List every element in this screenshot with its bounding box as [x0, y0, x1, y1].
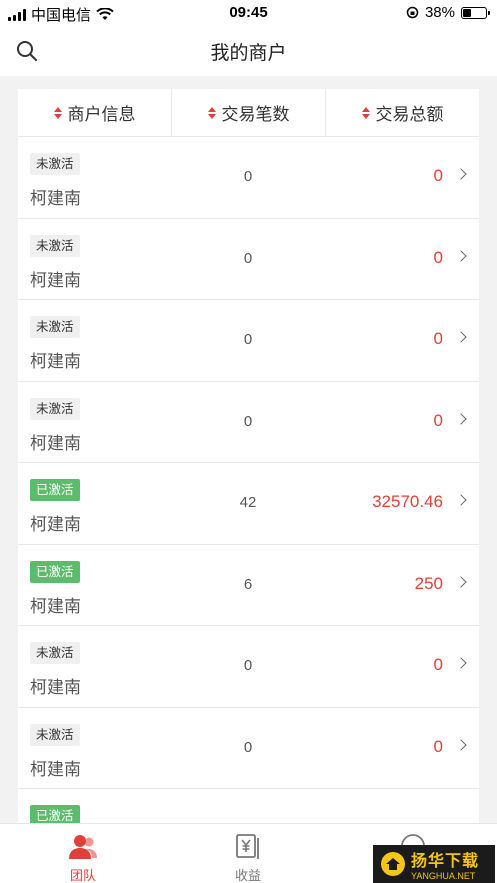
- merchant-name: 柯建南: [30, 270, 81, 290]
- sort-transaction-count[interactable]: 交易笔数: [172, 89, 326, 136]
- chevron-right-icon: [455, 738, 467, 751]
- status-badge: 已激活: [30, 479, 80, 501]
- column-label: 商户信息: [67, 105, 136, 124]
- merchant-row[interactable]: 已激活 柯建南 6 250: [18, 545, 479, 626]
- status-right: 38%: [406, 4, 490, 21]
- merchant-name: 柯建南: [30, 759, 81, 779]
- transaction-total: 0: [433, 329, 443, 348]
- transaction-count: 0: [243, 331, 253, 348]
- chevron-right-icon: [455, 412, 467, 425]
- transaction-count: 6: [243, 575, 253, 593]
- merchant-table: 商户信息 交易笔数 交易总额 未激活 柯建南 0 0 未激活 柯建南 0 0 未…: [18, 89, 479, 823]
- watermark-en: YANGHUA.NET: [411, 871, 476, 881]
- status-badge: 未激活: [30, 642, 80, 664]
- transaction-total: 0: [433, 655, 443, 674]
- chevron-right-icon: [455, 575, 467, 588]
- merchant-row[interactable]: 未激活 柯建南 0 0: [18, 300, 479, 382]
- merchant-row[interactable]: 未激活 柯建南 0 0: [18, 626, 479, 708]
- tab-team[interactable]: 团队: [23, 824, 143, 883]
- chevron-right-icon: [455, 168, 467, 180]
- transaction-count: 0: [243, 412, 253, 430]
- sort-transaction-total[interactable]: 交易总额: [326, 89, 479, 136]
- sort-icon: [361, 106, 370, 119]
- transaction-count: 0: [243, 657, 253, 674]
- merchant-row[interactable]: 未激活 柯建南 0 0: [18, 137, 479, 219]
- transaction-total: 0: [433, 247, 443, 267]
- column-label: 交易总额: [375, 105, 444, 124]
- chevron-right-icon: [455, 494, 467, 506]
- merchant-row[interactable]: 已激活 柯建南 42 32570.46: [18, 463, 479, 545]
- merchant-row[interactable]: 未激活 柯建南 0 0: [18, 708, 479, 789]
- merchant-name: 柯建南: [30, 189, 81, 208]
- tab-label: 团队: [69, 868, 96, 883]
- sort-icon: [207, 106, 216, 119]
- battery-percent: 38%: [424, 4, 455, 21]
- sort-merchant-info[interactable]: 商户信息: [18, 89, 172, 136]
- transaction-total: 0: [433, 166, 443, 185]
- sort-icon: [53, 106, 62, 119]
- page-title: 我的商户: [210, 43, 287, 64]
- transaction-count: 0: [243, 249, 253, 267]
- team-icon: [69, 835, 97, 859]
- merchant-row[interactable]: 未激活 柯建南 0 0: [18, 382, 479, 463]
- transaction-total: 0: [433, 410, 443, 430]
- status-badge: 已激活: [30, 560, 80, 583]
- transaction-total: 32570.46: [372, 492, 443, 511]
- merchant-name: 柯建南: [30, 515, 81, 534]
- yanghua-logo-icon: [381, 852, 405, 876]
- transaction-total: 250: [414, 573, 443, 593]
- transaction-total: 0: [433, 736, 443, 756]
- transaction-count: 0: [243, 738, 253, 756]
- status-badge: 未激活: [30, 397, 80, 420]
- orientation-lock-icon: [406, 6, 419, 19]
- income-icon: [236, 834, 259, 859]
- tab-label: 收益: [234, 868, 261, 883]
- chevron-right-icon: [455, 657, 467, 669]
- status-badge: 未激活: [30, 723, 80, 746]
- watermark-cn: 扬华下载: [411, 853, 480, 870]
- status-badge: 未激活: [30, 316, 80, 338]
- transaction-count: 0: [243, 168, 253, 185]
- column-label: 交易笔数: [221, 105, 290, 124]
- status-badge: 未激活: [30, 153, 80, 175]
- table-header: 商户信息 交易笔数 交易总额: [18, 89, 479, 137]
- watermark-text: 扬华下载 YANGHUA.NET: [411, 847, 479, 881]
- merchant-name: 柯建南: [30, 678, 81, 697]
- status-badge: 已激活: [30, 805, 80, 823]
- watermark-logo: 扬华下载 YANGHUA.NET: [373, 845, 495, 883]
- merchant-row[interactable]: 已激活: [18, 789, 479, 823]
- tab-income[interactable]: 收益: [188, 824, 308, 883]
- chevron-right-icon: [455, 249, 467, 262]
- merchant-name: 柯建南: [30, 596, 81, 616]
- status-bar: 中国电信 09:45 38%: [0, 0, 497, 26]
- nav-bar: 我的商户: [0, 26, 497, 76]
- merchant-row[interactable]: 未激活 柯建南 0 0: [18, 219, 479, 300]
- merchant-name: 柯建南: [30, 433, 81, 453]
- status-badge: 未激活: [30, 234, 80, 257]
- merchant-name: 柯建南: [30, 352, 81, 371]
- chevron-right-icon: [455, 331, 467, 343]
- transaction-count: 42: [239, 494, 257, 511]
- battery-icon: [461, 6, 490, 19]
